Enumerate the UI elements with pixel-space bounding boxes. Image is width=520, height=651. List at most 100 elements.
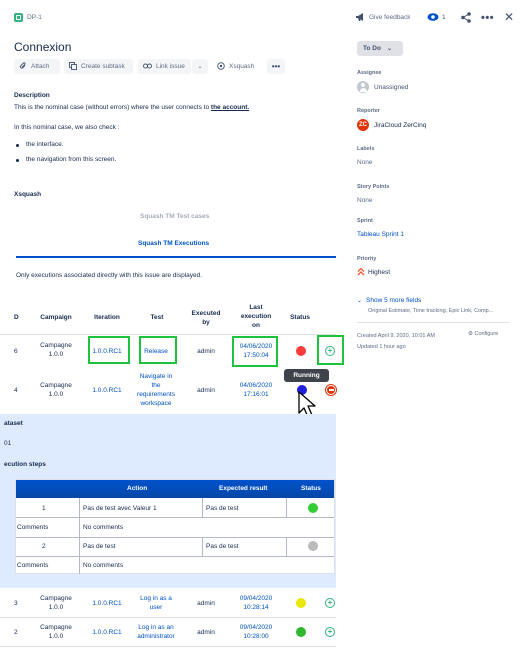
col-campaign[interactable]: Campaign xyxy=(33,313,79,322)
story-points-value[interactable]: None xyxy=(357,197,373,204)
labels-value[interactable]: None xyxy=(357,159,373,166)
exec-id: 4 xyxy=(14,387,18,394)
link-issue-dropdown[interactable]: ⌄ xyxy=(192,59,208,74)
sprint-value[interactable]: Tableau Sprint 1 xyxy=(357,231,404,238)
chevron-down-icon: ⌄ xyxy=(197,64,203,70)
tab-underline xyxy=(16,256,336,258)
reporter-label: Reporter xyxy=(357,108,380,114)
exec-id: 6 xyxy=(14,348,18,355)
more-icon: ••• xyxy=(271,62,281,71)
col-test[interactable]: Test xyxy=(138,313,176,322)
show-more-fields[interactable]: ⌄ Show 5 more fields xyxy=(357,297,421,304)
share-icon[interactable] xyxy=(461,12,471,25)
status-dot xyxy=(296,346,306,356)
steps-label: ecution steps xyxy=(4,461,46,468)
xsquash-label: Xsquash xyxy=(229,63,255,70)
exec-executed-by: admin xyxy=(197,600,215,607)
exec-test-link[interactable]: Log in as an administrator xyxy=(133,623,179,641)
reporter-value[interactable]: JiraCloud ZerCinq xyxy=(374,122,426,129)
col-id[interactable]: D xyxy=(14,313,24,322)
exec-time: 10:28:00 xyxy=(243,633,269,640)
status-value: To Do xyxy=(363,45,381,52)
exec-test-link[interactable]: Navigate in the requirements workspace xyxy=(133,372,179,408)
bullet-item: the navigation from this screen. xyxy=(26,156,117,163)
more-actions-icon[interactable]: ••• xyxy=(481,12,494,24)
campaign-line: 1.0.0 xyxy=(48,633,64,640)
step-status-dot xyxy=(308,541,318,551)
exec-date-link[interactable]: 09/04/2020 10:28:14 xyxy=(234,594,278,612)
campaign-line: 1.0.0 xyxy=(48,391,64,398)
status-dropdown[interactable]: To Do ⌄ xyxy=(357,41,403,56)
exec-iteration-link[interactable]: 1.0.0.RC1 xyxy=(85,599,129,608)
grid-line xyxy=(79,537,80,556)
grid-line xyxy=(202,498,203,517)
breadcrumb[interactable]: DP-1 xyxy=(27,14,42,21)
exec-date-link[interactable]: 09/04/2020 10:28:00 xyxy=(234,623,278,641)
assignee-label: Assignee xyxy=(357,70,382,76)
col-executed-by[interactable]: Executed by xyxy=(184,309,228,327)
link-issue-label: Link issue xyxy=(156,63,185,70)
issue-title[interactable]: Connexion xyxy=(14,40,71,54)
assignee-value[interactable]: Unassigned xyxy=(374,84,408,91)
add-execution-icon[interactable]: + xyxy=(325,627,335,637)
col-last-execution[interactable]: Last execution on xyxy=(234,303,278,330)
steps-header: Action Expected result Status xyxy=(16,480,334,498)
col-status[interactable]: Status xyxy=(285,313,315,322)
sidebar-divider xyxy=(357,322,509,323)
step-number: 2 xyxy=(42,543,46,550)
link-issue-button[interactable]: Link issue xyxy=(138,59,191,74)
exec-date-link[interactable]: 04/06/2020 17:16:01 xyxy=(234,381,278,399)
attach-button[interactable]: Attach xyxy=(14,59,60,74)
highlight-iteration xyxy=(88,336,130,364)
highlight-test xyxy=(139,336,177,364)
xsquash-button[interactable]: Xsquash xyxy=(212,59,264,74)
exec-time: 17:16:01 xyxy=(243,391,269,398)
grid-line xyxy=(286,498,287,517)
account-link[interactable]: the account. xyxy=(211,104,249,111)
more-toolbar-button[interactable]: ••• xyxy=(267,59,285,74)
running-tooltip: Running xyxy=(284,369,329,382)
campaign-line: Campagne xyxy=(40,342,72,349)
tab-executions[interactable]: Squash TM Executions xyxy=(138,240,209,247)
issue-type-icon xyxy=(14,13,23,22)
step-action: Pas de test avec Valeur 1 xyxy=(83,505,157,512)
exec-iteration-link[interactable]: 1.0.0.RC1 xyxy=(85,628,129,637)
give-feedback-button[interactable]: Give feedback xyxy=(369,14,411,21)
configure-button[interactable]: ⚙ Configure xyxy=(468,331,498,337)
collapse-execution-icon[interactable] xyxy=(326,385,336,395)
test-line: the xyxy=(151,382,161,389)
bullet-item: the interface. xyxy=(26,141,64,148)
step-number: 1 xyxy=(42,505,46,512)
created-date: Created April 9, 2020, 10:01 AM xyxy=(357,333,435,339)
dataset-label: ataset xyxy=(4,420,23,427)
reporter-avatar: ZC xyxy=(357,119,369,131)
exec-test-link[interactable]: Log in as a user xyxy=(133,594,179,612)
campaign-line: Campagne xyxy=(40,595,72,602)
table-divider xyxy=(0,334,336,335)
status-dot xyxy=(296,627,306,637)
description-label: Description xyxy=(14,92,50,99)
test-line: administrator xyxy=(137,633,175,640)
watch-icon[interactable] xyxy=(427,12,439,24)
col-iteration[interactable]: Iteration xyxy=(85,313,129,322)
campaign-line: Campagne xyxy=(40,382,72,389)
description-body: This is the nominal case (without errors… xyxy=(14,104,211,111)
priority-value[interactable]: Highest xyxy=(368,269,390,276)
add-execution-icon[interactable]: + xyxy=(325,598,335,608)
comments-value: No comments xyxy=(83,524,124,531)
exec-id: 2 xyxy=(14,629,18,636)
xsquash-icon xyxy=(217,61,225,72)
create-subtask-button[interactable]: Create subtask xyxy=(64,59,133,74)
tab-test-cases[interactable]: Squash TM Test cases xyxy=(140,213,209,220)
grid-line xyxy=(286,537,287,556)
exec-iteration-link[interactable]: 1.0.0.RC1 xyxy=(85,386,129,395)
megaphone-icon xyxy=(355,12,366,24)
link-icon xyxy=(143,63,152,71)
step-expected: Pas de test xyxy=(206,505,239,512)
exec-time: 10:28:14 xyxy=(243,604,269,611)
highlight-add xyxy=(317,335,344,365)
close-icon[interactable]: ✕ xyxy=(504,10,514,24)
table-divider xyxy=(0,617,336,618)
exec-id: 3 xyxy=(14,600,18,607)
exec-date: 09/04/2020 xyxy=(239,595,273,602)
